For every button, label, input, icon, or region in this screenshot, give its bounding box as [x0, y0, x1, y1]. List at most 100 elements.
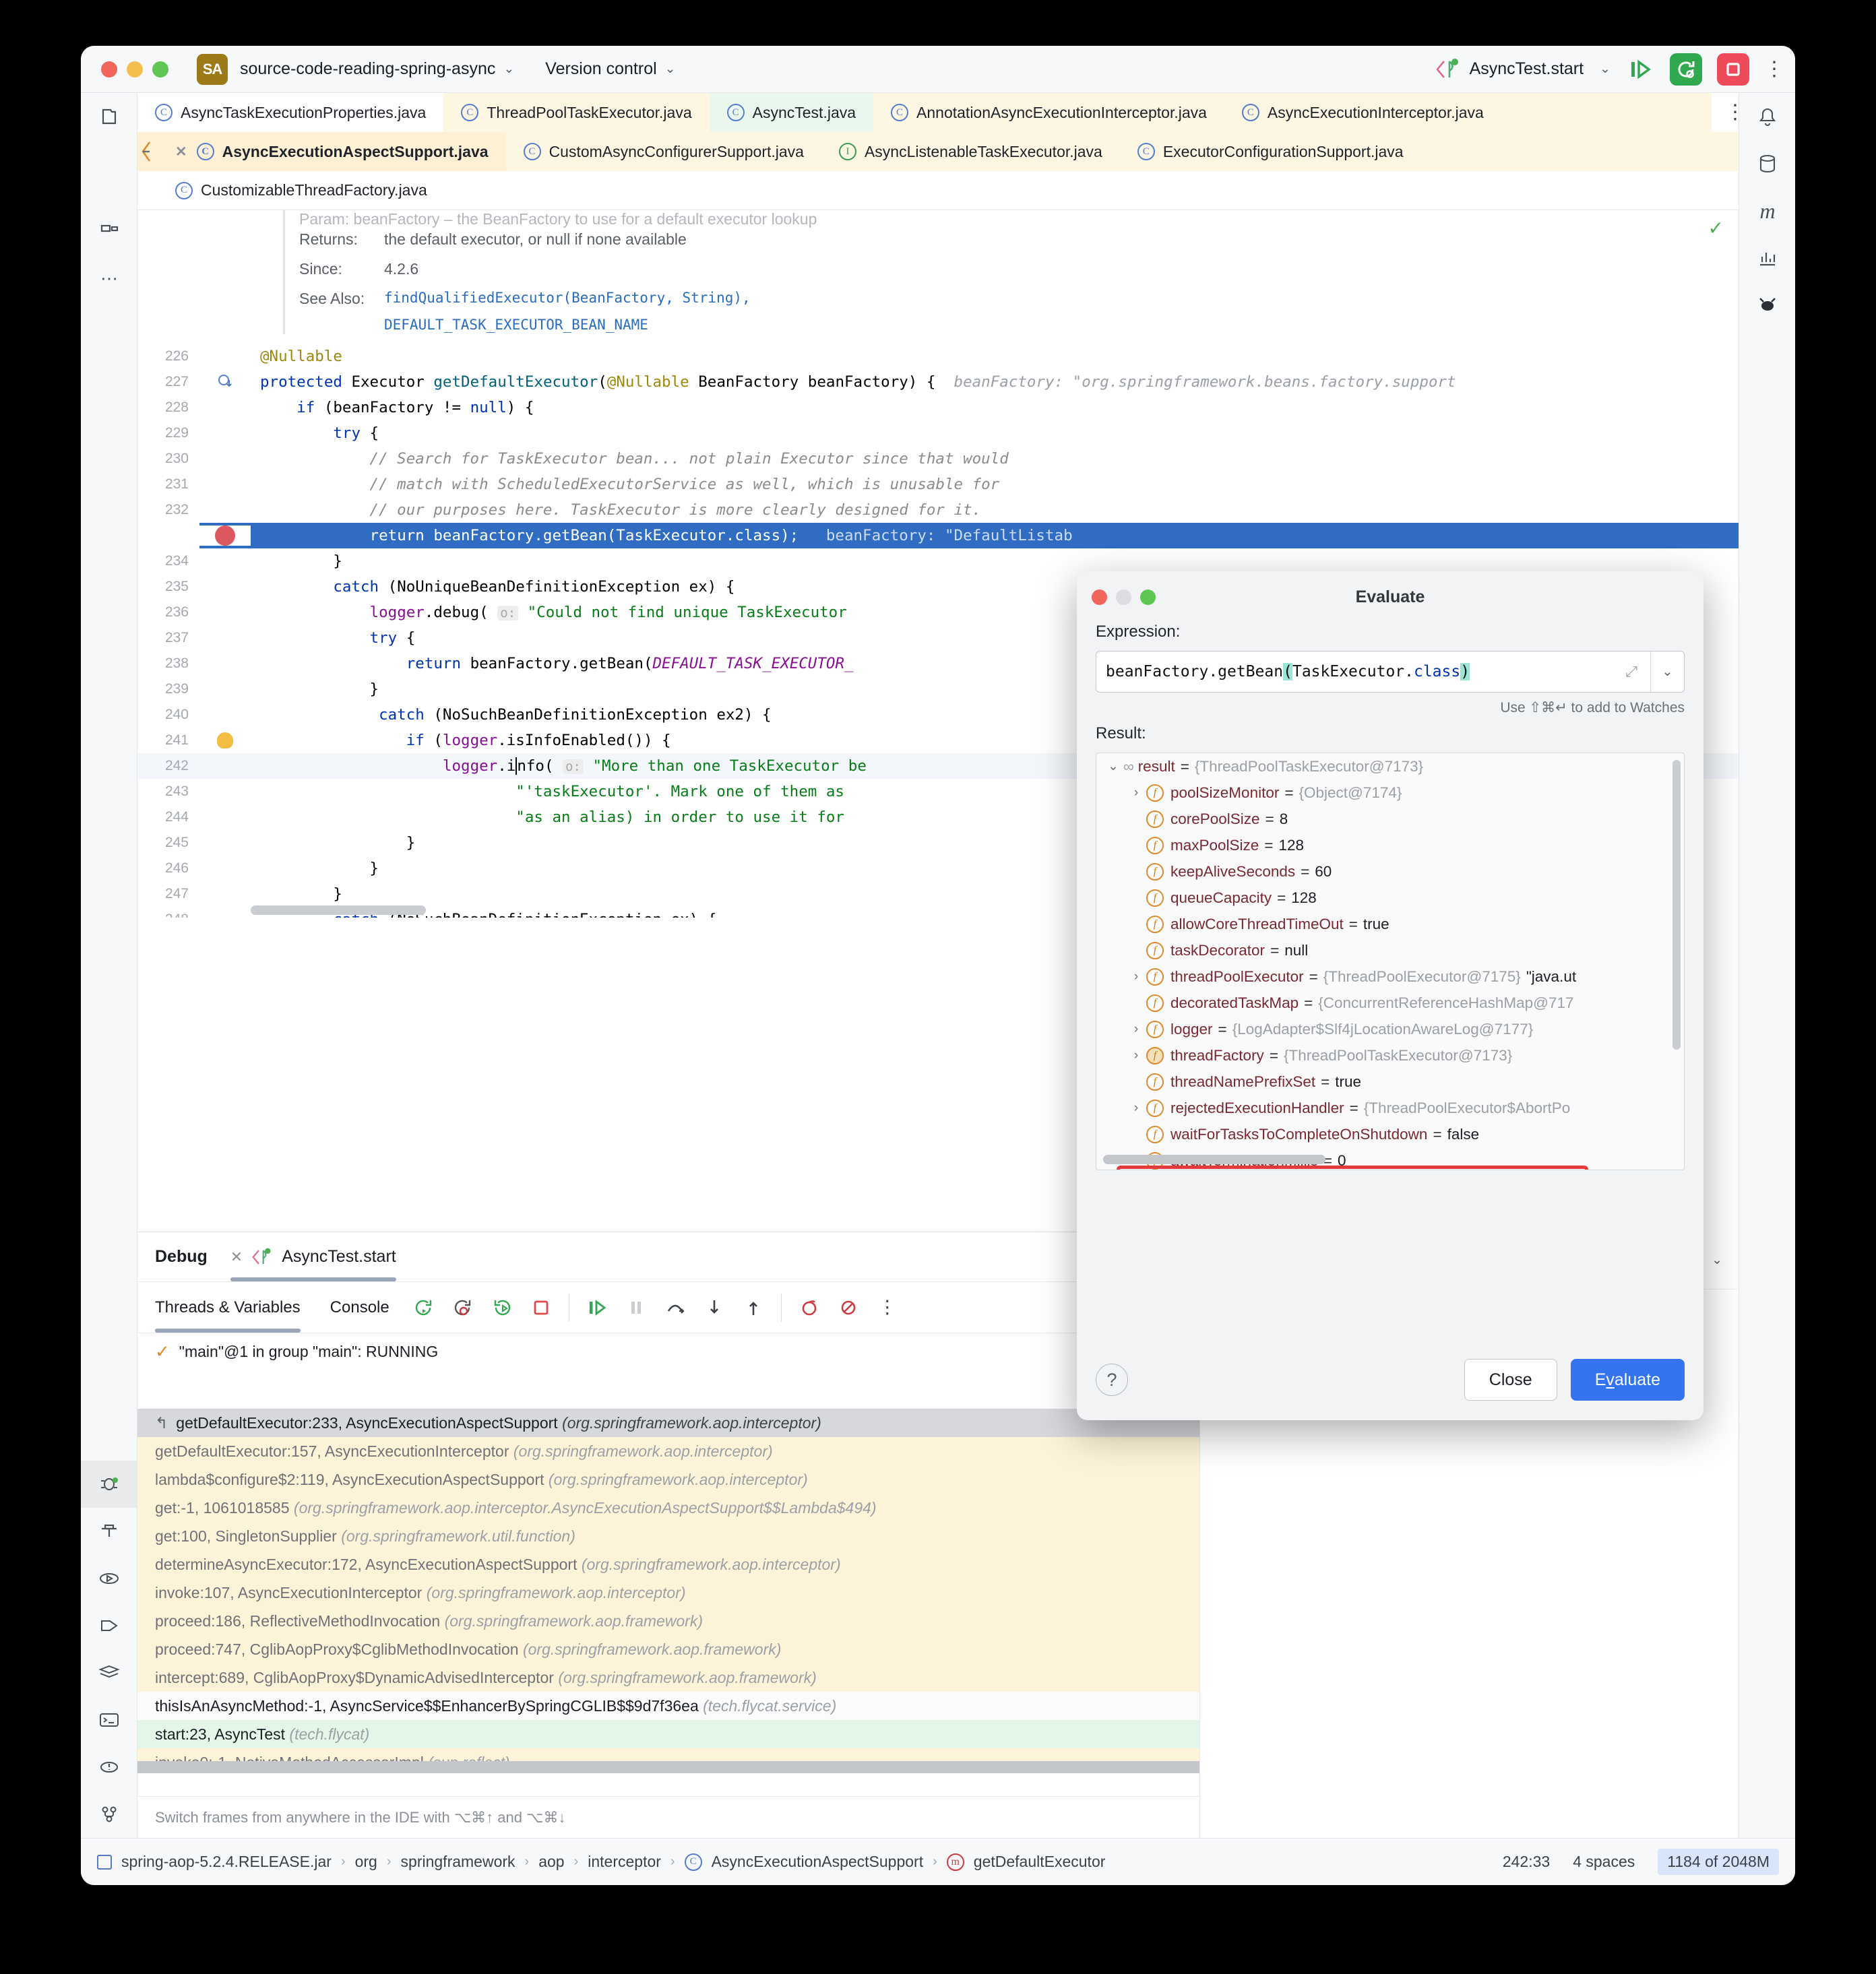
result-row-threadPoolExecutor[interactable]: › f threadPoolExecutor = {ThreadPoolExec… — [1096, 963, 1684, 990]
run-tool-icon[interactable] — [81, 1555, 137, 1602]
code-line-228[interactable]: 228 if (beanFactory != null) { — [137, 395, 1739, 420]
analytics-icon[interactable] — [1739, 234, 1795, 282]
dialog-close-button[interactable] — [1092, 589, 1107, 605]
evaluate-button[interactable]: Ev aluate — [1570, 1359, 1685, 1401]
terminal-tool-icon[interactable] — [81, 1696, 137, 1744]
runcfg-chevron-down-icon[interactable]: ⌄ — [1600, 61, 1611, 77]
force-run-to-cursor-icon[interactable] — [443, 1288, 482, 1327]
breadcrumb-aop[interactable]: aop — [538, 1853, 564, 1871]
pause-icon[interactable] — [617, 1288, 656, 1327]
notifications-icon[interactable] — [1739, 93, 1795, 140]
tabs-overflow-kebab-icon[interactable]: ⋮ — [1712, 93, 1745, 132]
tab-ExecutorConfigurationSupport[interactable]: C ExecutorConfigurationSupport.java — [1119, 132, 1739, 171]
evaluate-dialog[interactable]: Evaluate Expression: beanFactory.getBean… — [1077, 571, 1703, 1420]
breadcrumb-class[interactable]: AsyncExecutionAspectSupport — [712, 1853, 924, 1871]
version-control-menu[interactable]: Version control — [545, 59, 656, 79]
project-tool-icon[interactable] — [81, 93, 137, 140]
stop-button[interactable] — [1717, 53, 1749, 86]
breadcrumb-jar[interactable]: spring-aop-5.2.4.RELEASE.jar — [121, 1853, 332, 1871]
resume-program-icon[interactable] — [1625, 56, 1655, 83]
breadcrumb-interceptor[interactable]: interceptor — [588, 1853, 661, 1871]
tab-AsyncListenableTaskExecutor[interactable]: I AsyncListenableTaskExecutor.java — [821, 132, 1120, 171]
expand-arrow-icon[interactable]: › — [1126, 1048, 1146, 1063]
breadcrumb-method[interactable]: getDefaultExecutor — [974, 1853, 1106, 1871]
result-row-logger[interactable]: › f logger = {LogAdapter$Slf4jLocationAw… — [1096, 1016, 1684, 1042]
stop-icon[interactable] — [522, 1288, 561, 1327]
memory-indicator[interactable]: 1184 of 2048M — [1658, 1849, 1779, 1875]
database-icon[interactable] — [1739, 140, 1795, 187]
tab-console[interactable]: Console — [315, 1282, 404, 1333]
tab-threads-and-variables[interactable]: Threads & Variables — [155, 1282, 315, 1333]
breakpoint-icon[interactable] — [215, 526, 235, 546]
back-navigation-icon[interactable] — [137, 132, 158, 171]
tab-AnnotationAsyncExecutionInterceptor[interactable]: C AnnotationAsyncExecutionInterceptor.ja… — [873, 93, 1224, 132]
problems-tool-icon[interactable] — [81, 1744, 137, 1791]
tab-AsyncExecutionInterceptor[interactable]: C AsyncExecutionInterceptor.java — [1224, 93, 1712, 132]
project-name[interactable]: source-code-reading-spring-async — [240, 59, 495, 79]
javadoc-seealso-link-1[interactable]: findQualifiedExecutor(BeanFactory, Strin… — [384, 290, 751, 317]
expand-arrow-icon[interactable]: › — [1126, 969, 1146, 984]
step-into-icon[interactable] — [695, 1288, 734, 1327]
result-row-taskDecorator[interactable]: f taskDecorator = null — [1096, 937, 1684, 963]
lightbulb-icon[interactable] — [217, 732, 233, 749]
breadcrumb-springframework[interactable]: springframework — [401, 1853, 515, 1871]
minimize-window-button[interactable] — [127, 61, 143, 77]
tab-AsyncTaskExecutionProperties[interactable]: C AsyncTaskExecutionProperties.java — [137, 93, 444, 132]
result-row-maxPoolSize[interactable]: f maxPoolSize = 128 — [1096, 832, 1684, 858]
close-icon[interactable]: ✕ — [175, 144, 187, 160]
git-tool-icon[interactable] — [81, 1791, 137, 1838]
debug-tool-icon[interactable] — [81, 1461, 137, 1508]
code-line-226[interactable]: 226 @Nullable — [137, 344, 1739, 369]
tab-AsyncTest[interactable]: C AsyncTest.java — [709, 93, 874, 132]
code-line-230[interactable]: 230 // Search for TaskExecutor bean... n… — [137, 446, 1739, 472]
variables-chevron-down-icon[interactable]: ⌄ — [1712, 1252, 1722, 1268]
code-line-234[interactable]: 234 } — [137, 548, 1739, 574]
result-horizontal-scrollbar[interactable] — [1103, 1155, 1325, 1164]
commit-tool-icon[interactable] — [81, 208, 137, 255]
code-line-233[interactable]: return beanFactory.getBean(TaskExecutor.… — [137, 523, 1739, 548]
close-button[interactable]: Close — [1464, 1359, 1557, 1401]
maximize-window-button[interactable] — [152, 61, 168, 77]
result-row-keepAliveSeconds[interactable]: f keepAliveSeconds = 60 — [1096, 858, 1684, 885]
profiler-tool-icon[interactable] — [81, 1508, 137, 1555]
expand-arrow-icon[interactable]: › — [1126, 1022, 1146, 1037]
ai-assistant-icon[interactable] — [1739, 282, 1795, 329]
gutter-method-marker[interactable] — [199, 373, 251, 391]
close-window-button[interactable] — [101, 61, 117, 77]
tab-CustomizableThreadFactory[interactable]: C CustomizableThreadFactory.java — [137, 171, 445, 210]
main-menu-kebab-icon[interactable]: ⋮ — [1764, 59, 1784, 79]
code-line-232[interactable]: 232 // our purposes here. TaskExecutor i… — [137, 497, 1739, 523]
debug-session-tab[interactable]: ✕ AsyncTest.start — [230, 1232, 396, 1281]
dialog-window-controls[interactable] — [1092, 589, 1156, 605]
expression-text[interactable]: beanFactory.getBean(TaskExecutor.class) — [1096, 663, 1613, 680]
expand-arrow-icon[interactable]: › — [1126, 786, 1146, 800]
tab-AsyncExecutionAspectSupport[interactable]: ✕ C AsyncExecutionAspectSupport.java — [158, 132, 506, 171]
project-chevron-down-icon[interactable]: ⌄ — [503, 61, 514, 77]
intention-gutter[interactable] — [199, 732, 251, 749]
result-tree[interactable]: ⌄ ∞ result = {ThreadPoolTaskExecutor@717… — [1096, 753, 1685, 1170]
step-over-icon[interactable] — [656, 1288, 695, 1327]
run-configuration-selector[interactable]: AsyncTest.start ⌄ — [1435, 57, 1611, 82]
mute-breakpoints-icon[interactable] — [790, 1288, 829, 1327]
run-config-name[interactable]: AsyncTest.start — [1470, 59, 1584, 79]
code-line-229[interactable]: 229 try { — [137, 420, 1739, 446]
result-vertical-scrollbar[interactable] — [1672, 760, 1681, 1050]
maven-icon[interactable]: m — [1739, 187, 1795, 234]
code-line-227[interactable]: 227 protected Executor getDefaultExecuto… — [137, 369, 1739, 395]
services-tool-icon[interactable] — [81, 1649, 137, 1696]
result-row-rejectedExecutionHandler[interactable]: › f rejectedExecutionHandler = {ThreadPo… — [1096, 1095, 1684, 1121]
result-row-result[interactable]: ⌄ ∞ result = {ThreadPoolTaskExecutor@717… — [1096, 753, 1684, 779]
expand-arrow-icon[interactable]: › — [1126, 1101, 1146, 1116]
step-out-icon[interactable] — [734, 1288, 773, 1327]
bookmarks-tool-icon[interactable] — [81, 140, 137, 208]
caret-position[interactable]: 242:33 — [1503, 1853, 1550, 1871]
code-line-231[interactable]: 231 // match with ScheduledExecutorServi… — [137, 472, 1739, 497]
tab-CustomAsyncConfigurerSupport[interactable]: C CustomAsyncConfigurerSupport.java — [505, 132, 821, 171]
run-anything-icon[interactable] — [81, 1602, 137, 1649]
indent-setting[interactable]: 4 spaces — [1573, 1853, 1635, 1871]
result-row-threadFactory[interactable]: › f threadFactory = {ThreadPoolTaskExecu… — [1096, 1042, 1684, 1069]
result-row-queueCapacity[interactable]: f queueCapacity = 128 — [1096, 885, 1684, 911]
help-icon[interactable]: ? — [1096, 1364, 1128, 1396]
breadcrumb-org[interactable]: org — [355, 1853, 377, 1871]
result-row-poolSizeMonitor[interactable]: › f poolSizeMonitor = {Object@7174} — [1096, 779, 1684, 806]
